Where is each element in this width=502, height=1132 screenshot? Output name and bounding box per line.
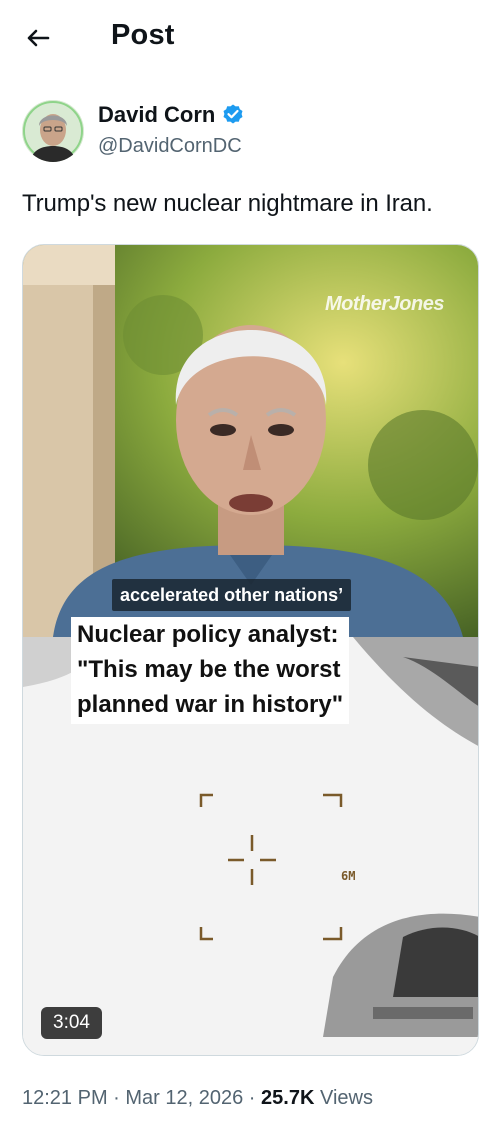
post-metadata: 12:21 PM · Mar 12, 2026 · 25.7K Views — [22, 1087, 373, 1110]
video-caption: accelerated other nations’ — [112, 579, 352, 611]
post-date[interactable]: Mar 12, 2026 — [125, 1087, 243, 1109]
mother-jones-watermark: MotherJones — [325, 293, 444, 315]
hud-range-label: 6M — [341, 869, 356, 883]
headline-line: planned war in history" — [77, 691, 344, 718]
top-bar: Post — [0, 0, 502, 78]
avatar[interactable] — [22, 100, 84, 162]
headline-line: "This may be the worst — [77, 656, 341, 683]
tweet-text: Trump's new nuclear nightmare in Iran. — [22, 190, 433, 217]
post-time[interactable]: 12:21 PM — [22, 1087, 108, 1109]
video-duration-badge: 3:04 — [41, 1007, 102, 1039]
verified-badge-icon — [223, 104, 243, 124]
separator: · — [243, 1087, 262, 1109]
headline-line: Nuclear policy analyst: — [77, 621, 339, 648]
page-title: Post — [111, 19, 175, 51]
arrow-left-icon[interactable] — [22, 22, 54, 54]
author-handle[interactable]: @DavidCornDC — [98, 135, 242, 158]
avatar-image — [22, 100, 84, 162]
views-label: Views — [319, 1087, 373, 1109]
separator: · — [107, 1087, 126, 1109]
video-player[interactable]: MotherJones accelerated other nations’ 6… — [22, 244, 479, 1056]
video-headline-overlay: Nuclear policy analyst: "This may be the… — [71, 617, 350, 724]
author-name[interactable]: David Corn — [98, 102, 215, 128]
views-count: 25.7K — [261, 1087, 315, 1109]
author-name-row[interactable]: David Corn — [98, 102, 245, 128]
